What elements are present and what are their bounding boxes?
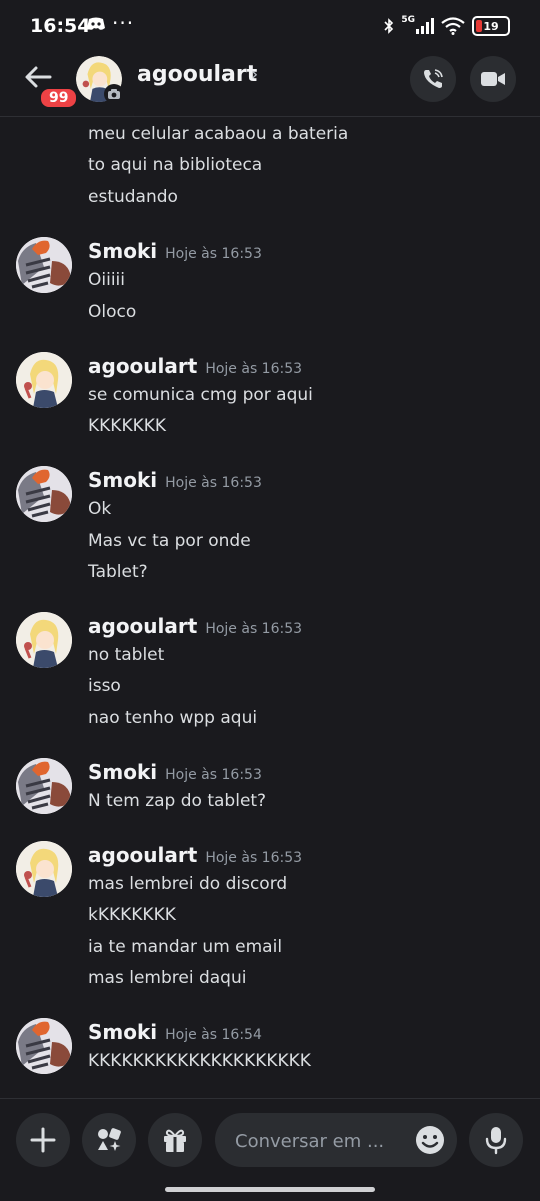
user-avatar[interactable] [16, 466, 72, 522]
video-camera-icon [481, 72, 505, 86]
battery-indicator: 19 [472, 16, 510, 36]
message-timestamp: Hoje às 16:53 [165, 246, 262, 262]
network-type-label: 5G [401, 15, 415, 25]
home-indicator[interactable] [165, 1187, 375, 1192]
user-avatar[interactable] [16, 1018, 72, 1074]
user-avatar[interactable] [16, 758, 72, 814]
message-text[interactable]: nao tenho wpp aqui [88, 708, 257, 728]
message-author[interactable]: agooulart Hoje às 16:53 [88, 614, 302, 638]
more-notifications-icon: ··· [112, 11, 135, 35]
message-author[interactable]: Smoki Hoje às 16:53 [88, 760, 262, 784]
message-text[interactable]: no tablet [88, 645, 164, 665]
message-text[interactable]: to aqui na biblioteca [88, 155, 262, 175]
composer-bar [0, 1098, 540, 1201]
signal-icon [416, 18, 434, 34]
message-text[interactable]: Oiiiii [88, 270, 125, 290]
message-text[interactable]: Tablet? [88, 562, 148, 582]
user-avatar[interactable] [16, 612, 72, 668]
message-text[interactable]: isso [88, 676, 121, 696]
wifi-icon [441, 17, 465, 35]
message-author[interactable]: Smoki Hoje às 16:53 [88, 468, 262, 492]
message-text[interactable]: Oloco [88, 302, 136, 322]
user-avatar[interactable] [16, 841, 72, 897]
emoji-icon[interactable] [415, 1125, 445, 1155]
video-call-button[interactable] [470, 56, 516, 102]
chat-recipient-name[interactable]: agooulart [137, 62, 257, 87]
message-author[interactable]: Smoki Hoje às 16:54 [88, 1020, 262, 1044]
user-avatar[interactable] [16, 237, 72, 293]
message-timestamp: Hoje às 16:53 [205, 850, 303, 866]
voice-message-button[interactable] [469, 1113, 523, 1167]
user-avatar[interactable] [16, 352, 72, 408]
status-bar: 16:54 ··· 5G 19 [0, 0, 540, 52]
apps-icon [98, 1128, 121, 1151]
message-text[interactable]: mas lembrei daqui [88, 968, 246, 988]
voice-call-button[interactable] [410, 56, 456, 102]
message-text[interactable]: meu celular acabaou a bateria [88, 124, 348, 144]
message-text[interactable]: estudando [88, 187, 178, 207]
message-author[interactable]: agooulart Hoje às 16:53 [88, 843, 302, 867]
gift-button[interactable] [148, 1113, 202, 1167]
message-timestamp: Hoje às 16:53 [165, 475, 262, 491]
message-text[interactable]: Mas vc ta por onde [88, 531, 251, 551]
message-text[interactable]: mas lembrei do discord [88, 874, 287, 894]
message-timestamp: Hoje às 16:54 [165, 1027, 262, 1043]
message-text[interactable]: KKKKKKK [88, 416, 166, 436]
message-timestamp: Hoje às 16:53 [165, 767, 262, 783]
message-text[interactable]: KKKKKKKKKKKKKKKKKKKK [88, 1051, 311, 1071]
message-author[interactable]: Smoki Hoje às 16:53 [88, 239, 262, 263]
microphone-icon [485, 1127, 507, 1155]
bluetooth-icon [384, 18, 394, 34]
phone-icon [424, 69, 443, 88]
chevron-right-icon[interactable]: › [251, 64, 258, 85]
plus-icon [30, 1127, 56, 1153]
discord-notification-icon [87, 17, 105, 30]
message-text[interactable]: Ok [88, 499, 111, 519]
unread-badge: 99 [38, 86, 80, 110]
message-input-container [215, 1113, 457, 1169]
message-text[interactable]: se comunica cmg por aqui [88, 385, 313, 405]
message-author[interactable]: agooulart Hoje às 16:53 [88, 354, 302, 378]
gift-icon [164, 1129, 186, 1152]
add-attachment-button[interactable] [16, 1113, 70, 1167]
message-text[interactable]: N tem zap do tablet? [88, 791, 266, 811]
message-input[interactable] [233, 1113, 407, 1169]
camera-status-icon [104, 84, 124, 104]
message-text[interactable]: ia te mandar um email [88, 937, 282, 957]
message-text[interactable]: kKKKKKKK [88, 905, 176, 925]
apps-button[interactable] [82, 1113, 136, 1167]
message-timestamp: Hoje às 16:53 [205, 361, 303, 377]
status-time: 16:54 [30, 15, 91, 37]
message-list[interactable]: meu celular acabaou a bateria to aqui na… [0, 117, 540, 1099]
chat-header: 99 agooulart › [0, 52, 540, 117]
message-timestamp: Hoje às 16:53 [205, 621, 303, 637]
